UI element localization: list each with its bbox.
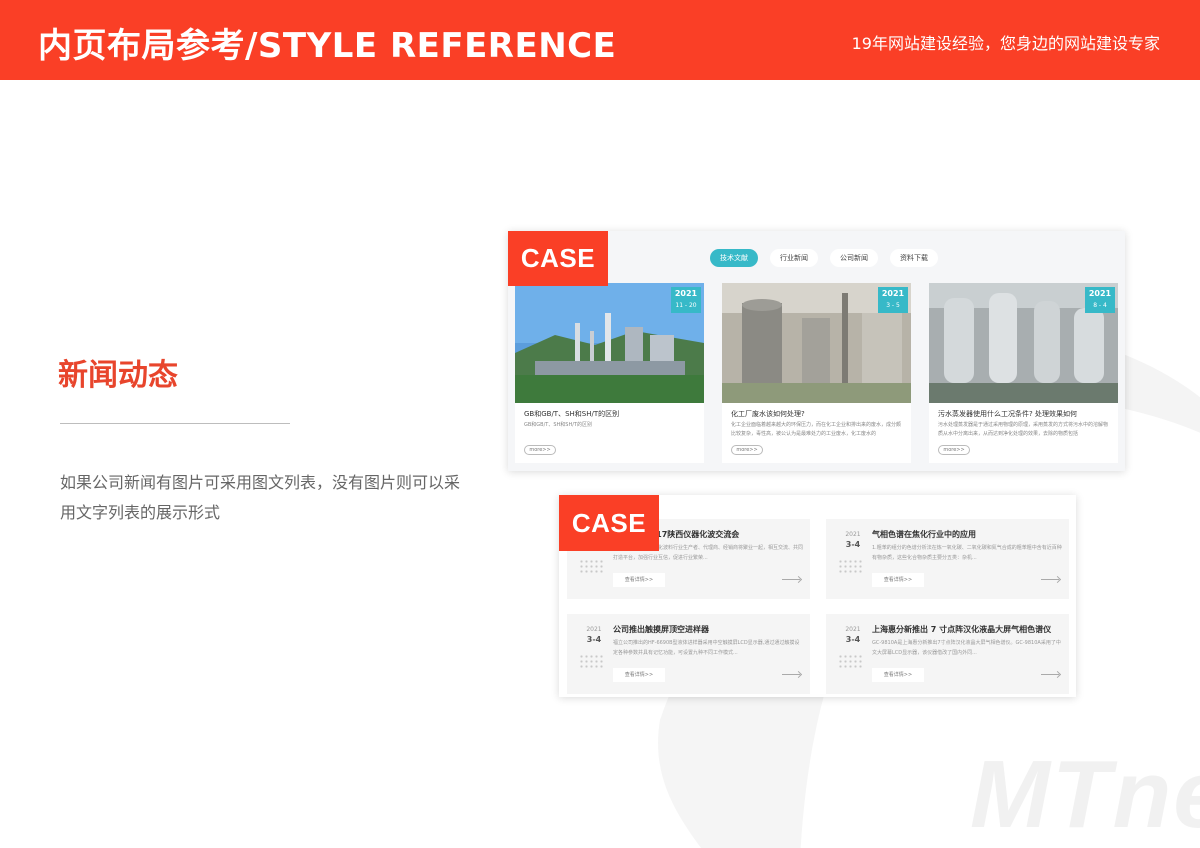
dot-pattern [579,654,603,668]
tab-industry-news[interactable]: 行业新闻 [770,249,818,267]
date-year: 2021 [845,531,861,538]
news-image: 2021 8 - 4 [929,283,1118,403]
case-tag: CASE [508,231,608,286]
news-title[interactable]: 化工厂废水该如何处理? [731,409,906,419]
section-description: 如果公司新闻有图片可采用图文列表，没有图片则可以采用文字列表的展示形式 [60,473,461,522]
date-day: 3-4 [586,635,602,644]
news-image: 2021 3 - 5 [722,283,911,403]
news-card[interactable]: 2021 3 - 5 化工厂废水该如何处理? 化工企业面临着越来越大的环保压力，… [722,283,911,463]
more-button[interactable]: more>> [938,445,970,455]
list-item[interactable]: 2021 3-4 上海惠分新推出 7 寸点阵汉化液晶大屏气相色谱仪 GC-981… [826,614,1069,694]
date-year: 2021 [674,289,698,298]
more-button[interactable]: more>> [524,445,556,455]
date-day: 8 - 4 [1093,302,1107,309]
news-excerpt: 福立公司推出的HF-6690B型液体进样器采用中空触摸屏LCD显示器,通过通过触… [613,640,800,656]
header-bar: 内页布局参考/STYLE REFERENCE 19年网站建设经验，您身边的网站建… [0,0,1200,80]
brand-watermark: MTne [970,741,1200,848]
details-button[interactable]: 查看详情>> [872,668,924,682]
date-block: 2021 3-4 [577,626,611,644]
header-slogan: 19年网站建设经验，您身边的网站建设专家 [851,34,1160,53]
news-title[interactable]: 污水蒸发器使用什么工况条件? 处理效果如何 [938,409,1113,419]
arrow-right-icon[interactable] [782,674,800,675]
date-badge: 2021 11 - 20 [671,287,701,313]
list-item[interactable]: 2021 3-4 气相色谱在焦化行业中的应用 1.粗苯的组分的色谱分析法在炼一氧… [826,519,1069,599]
news-excerpt: 化工企业面临着越来越大的环保压力，而在化工企业和排出来的废水，成分颇比较复杂，毒… [731,422,902,437]
more-button[interactable]: more>> [731,445,763,455]
page-title: 内页布局参考/STYLE REFERENCE [38,26,617,66]
arrow-right-icon[interactable] [1041,674,1059,675]
news-tabs: 技术文献 行业新闻 公司新闻 资料下载 [710,249,938,267]
arrow-right-icon[interactable] [782,579,800,580]
date-year: 2021 [881,289,905,298]
dot-pattern [579,559,603,573]
news-title[interactable]: 公司推出触摸屏顶空进样器 [613,624,803,635]
news-image: 2021 11 - 20 [515,283,704,403]
case-tag: CASE [559,495,659,551]
news-excerpt: GB和GB/T、SH和SH/T的区别 [524,422,592,428]
date-badge: 2021 3 - 5 [878,287,908,313]
news-card[interactable]: 2021 8 - 4 污水蒸发器使用什么工况条件? 处理效果如何 污水处理蒸发器… [929,283,1118,463]
news-excerpt: 1.粗苯的组分的色谱分析法在炼一氧化碳、二氧化碳和氮气合成的粗苯粗中含有近百种有… [872,545,1062,561]
news-excerpt: 污水处理蒸发器是于通过采用物理的原理，采用蒸发的方式将污水中的溶解物质从水中分离… [938,422,1109,437]
date-year: 2021 [1088,289,1112,298]
list-item[interactable]: 2021 3-4 公司推出触摸屏顶空进样器 福立公司推出的HF-6690B型液体… [567,614,810,694]
date-day: 3-4 [845,635,861,644]
text-news-preview: CASE 2021 3-4 福立仪器2017陕西仪器化波交流会 从事多年来自主仪… [559,495,1076,697]
dot-pattern [838,654,862,668]
tab-company-news[interactable]: 公司新闻 [830,249,878,267]
news-excerpt: GC-9810A是上海惠分新推出7寸点阵汉化液晶大屏气相色谱仪。GC-9810A… [872,640,1061,656]
tab-tech-docs[interactable]: 技术文献 [710,249,758,267]
date-block: 2021 3-4 [836,531,870,549]
date-day: 3-4 [845,540,861,549]
date-day: 3 - 5 [886,302,900,309]
date-year: 2021 [586,626,602,633]
details-button[interactable]: 查看详情>> [613,668,665,682]
image-news-preview: CASE 技术文献 行业新闻 公司新闻 资料下载 2021 11 - 20 GB… [508,231,1125,471]
dot-pattern [838,559,862,573]
news-title[interactable]: GB和GB/T、SH和SH/T的区别 [524,409,699,419]
news-card[interactable]: 2021 11 - 20 GB和GB/T、SH和SH/T的区别 GB和GB/T、… [515,283,704,463]
date-block: 2021 3-4 [836,626,870,644]
details-button[interactable]: 查看详情>> [872,573,924,587]
date-badge: 2021 8 - 4 [1085,287,1115,313]
news-title[interactable]: 上海惠分新推出 7 寸点阵汉化液晶大屏气相色谱仪 [872,624,1062,635]
news-title[interactable]: 气相色谱在焦化行业中的应用 [872,529,1062,540]
date-year: 2021 [845,626,861,633]
tab-downloads[interactable]: 资料下载 [890,249,938,267]
arrow-right-icon[interactable] [1041,579,1059,580]
section-divider [60,423,290,424]
section-title: 新闻动态 [58,358,178,393]
details-button[interactable]: 查看详情>> [613,573,665,587]
date-day: 11 - 20 [675,302,697,309]
